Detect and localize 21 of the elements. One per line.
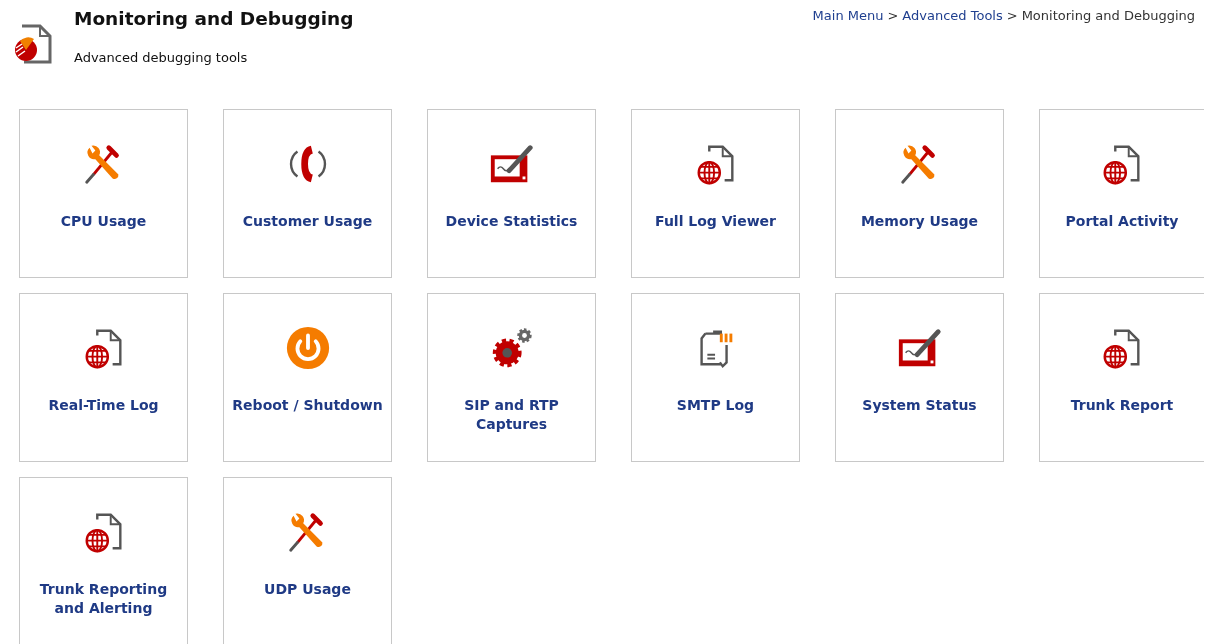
tool-tile[interactable]: Trunk Report (1039, 293, 1204, 462)
tool-tile[interactable]: Real-Time Log (19, 293, 188, 462)
breadcrumb-separator: > (1006, 7, 1018, 25)
tool-tile[interactable]: CPU Usage (19, 109, 188, 278)
breadcrumb-separator: > (887, 7, 899, 25)
page-subtitle: Advanced debugging tools (74, 49, 249, 67)
tool-tile[interactable]: Customer Usage (223, 109, 392, 278)
tool-tile[interactable]: Device Statistics (427, 109, 596, 278)
tool-tile[interactable]: Memory Usage (835, 109, 1004, 278)
page-title: Monitoring and Debugging (74, 7, 354, 31)
tool-tile[interactable]: Full Log Viewer (631, 109, 800, 278)
breadcrumb-link[interactable]: Advanced Tools (902, 6, 1003, 109)
tool-tile[interactable]: Trunk Reporting and Alerting (19, 477, 188, 644)
tool-tile[interactable]: System Status (835, 293, 1004, 462)
tool-tile[interactable]: SIP and RTP Captures (427, 293, 596, 462)
tool-tile[interactable]: SMTP Log (631, 293, 800, 462)
breadcrumb-link[interactable]: Main Menu (812, 6, 884, 109)
tool-tile[interactable]: Portal Activity (1039, 109, 1204, 278)
breadcrumb-current: Monitoring and Debugging (1021, 7, 1195, 25)
tool-tile[interactable]: UDP Usage (223, 477, 392, 644)
tool-tile[interactable]: Reboot / Shutdown (223, 293, 392, 462)
